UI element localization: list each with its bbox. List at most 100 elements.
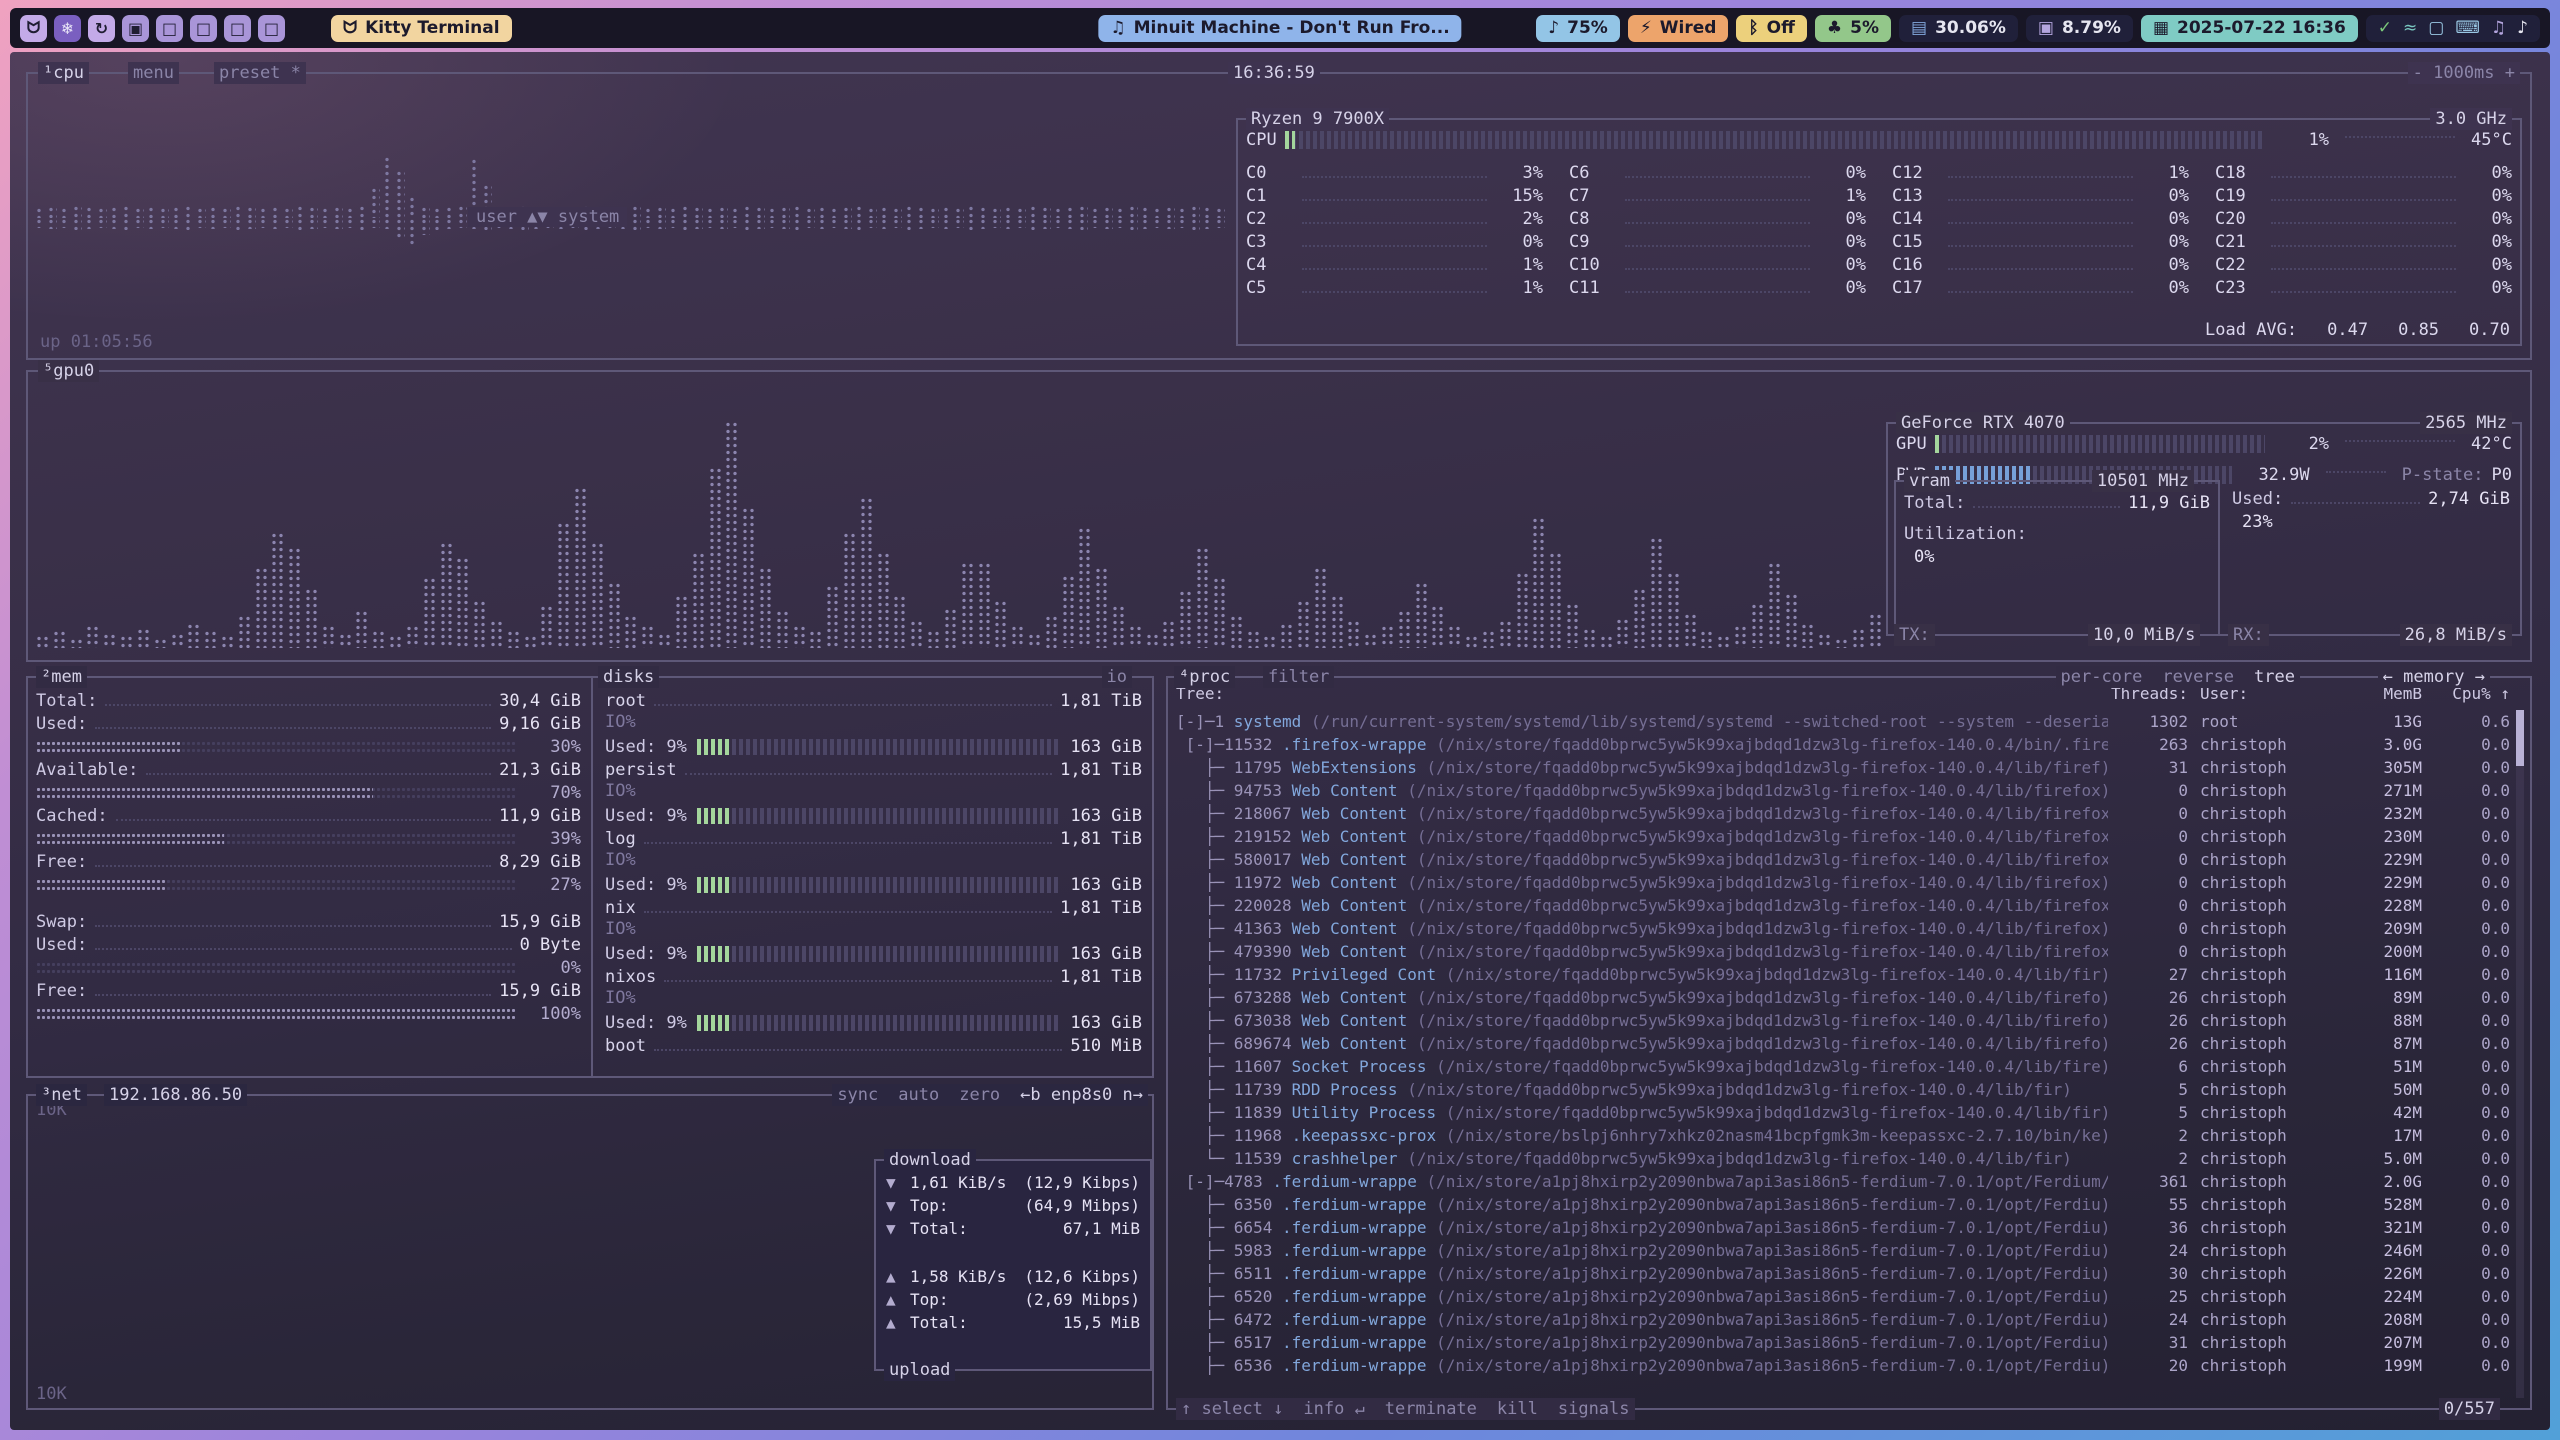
process-row[interactable]: [-]─1 systemd (/run/current-system/syste… [1176, 710, 2510, 733]
process-row[interactable]: ├─ 11607 Socket Process (/nix/store/fqad… [1176, 1055, 2510, 1078]
process-row[interactable]: [-]─11532 .firefox-wrappe (/nix/store/fq… [1176, 733, 2510, 756]
net-toggle-auto[interactable]: auto [898, 1084, 939, 1106]
graph-column [682, 218, 690, 230]
process-command: (/nix/store/fqadd0bprwc5yw5k99xajbdqd1dz… [1407, 919, 2108, 938]
media-icon[interactable]: ♫ [2491, 18, 2506, 38]
process-threads: 5 [2108, 1078, 2188, 1101]
proc-panel: ⁴proc filter per-corereversetree ← memor… [1166, 676, 2532, 1410]
network-module[interactable]: ⚡Wired [1628, 15, 1729, 42]
terminate-control[interactable]: terminate [1385, 1398, 1477, 1420]
cat-launcher-button[interactable]: ᗢ [20, 15, 47, 42]
music-player-module[interactable]: ♫ Minuit Machine - Don't Run Fro... [1098, 15, 1461, 42]
process-row[interactable]: ├─ 673288 Web Content (/nix/store/fqadd0… [1176, 986, 2510, 1009]
process-row[interactable]: ├─ 218067 Web Content (/nix/store/fqadd0… [1176, 802, 2510, 825]
process-command: (/nix/store/fqadd0bprwc5yw5k99xajbdqd1dz… [1417, 850, 2108, 869]
date-module[interactable]: ▦2025-07-22 16:36 [2141, 15, 2358, 42]
disk-module[interactable]: ▣8.79% [2026, 15, 2133, 42]
disk-list: root1,81 TiBIO%Used: 9%163 GiBpersist1,8… [605, 688, 1142, 1056]
proc-option-tree[interactable]: tree [2254, 666, 2295, 688]
kill-control[interactable]: kill [1497, 1398, 1538, 1420]
process-cpu: 0.0 [2422, 1055, 2510, 1078]
process-cpu: 0.0 [2422, 894, 2510, 917]
process-row[interactable]: ├─ 220028 Web Content (/nix/store/fqadd0… [1176, 894, 2510, 917]
core-percent: 0% [2141, 278, 2189, 298]
ws4-launcher-button[interactable]: □ [224, 15, 251, 42]
ws1-launcher-button[interactable]: ▣ [122, 15, 149, 42]
proc-option-reverse[interactable]: reverse [2162, 666, 2234, 688]
process-row[interactable]: [-]─4783 .ferdium-wrappe (/nix/store/a1p… [1176, 1170, 2510, 1193]
wave-icon[interactable]: ≈ [2403, 18, 2417, 38]
gpu-tx-label: TX: [1894, 624, 1935, 646]
net-interface-selector[interactable]: ←b enp8s0 n→ [1020, 1084, 1143, 1106]
process-row[interactable]: ├─ 5983 .ferdium-wrappe (/nix/store/a1pj… [1176, 1239, 2510, 1262]
proc-scrollbar[interactable] [2516, 710, 2524, 1398]
ws5-launcher-button[interactable]: □ [258, 15, 285, 42]
net-toggle-sync[interactable]: sync [837, 1084, 878, 1106]
keyboard-icon[interactable]: ⌨ [2455, 18, 2480, 38]
graph-column [1717, 635, 1730, 648]
process-row[interactable]: ├─ 580017 Web Content (/nix/store/fqadd0… [1176, 848, 2510, 871]
process-row[interactable]: └─ 11539 crashhelper (/nix/store/fqadd0b… [1176, 1147, 2510, 1170]
process-row[interactable]: ├─ 6511 .ferdium-wrappe (/nix/store/a1pj… [1176, 1262, 2510, 1285]
proc-filter-button[interactable]: filter [1263, 666, 1334, 688]
process-pid: ├─ 5983 [1176, 1241, 1282, 1260]
core-name: C4 [1246, 255, 1294, 275]
process-row[interactable]: ├─ 11732 Privileged Cont (/nix/store/fqa… [1176, 963, 2510, 986]
download-stat-value: (64,9 Mibps) [1024, 1196, 1140, 1215]
process-row[interactable]: ├─ 11968 .keepassxc-prox (/nix/store/bsl… [1176, 1124, 2510, 1147]
graph-column [1247, 630, 1260, 648]
process-row[interactable]: ├─ 6350 .ferdium-wrappe (/nix/store/a1pj… [1176, 1193, 2510, 1216]
process-row[interactable]: ├─ 41363 Web Content (/nix/store/fqadd0b… [1176, 917, 2510, 940]
eco-module[interactable]: ♣5% [1815, 15, 1891, 42]
process-user: christoph [2188, 848, 2318, 871]
process-row[interactable]: ├─ 6654 .ferdium-wrappe (/nix/store/a1pj… [1176, 1216, 2510, 1239]
memory-module[interactable]: ▤30.06% [1899, 15, 2018, 42]
disks-io-toggle[interactable]: io [1102, 666, 1132, 688]
process-row[interactable]: ├─ 11839 Utility Process (/nix/store/fqa… [1176, 1101, 2510, 1124]
nix-launcher-button[interactable]: ❄ [54, 15, 81, 42]
menu-button[interactable]: menu [128, 62, 179, 84]
display-icon[interactable]: ▢ [2428, 18, 2444, 38]
update-interval-control[interactable]: - 1000ms + [2408, 62, 2520, 84]
bell-icon[interactable]: ♪ [2517, 18, 2528, 38]
info-control[interactable]: info ↵ [1303, 1398, 1364, 1420]
proc-sort-selector[interactable]: ← memory → [2378, 666, 2490, 688]
process-row[interactable]: ├─ 219152 Web Content (/nix/store/fqadd0… [1176, 825, 2510, 848]
graph-column [955, 218, 963, 228]
graph-column [473, 600, 486, 648]
preset-button[interactable]: preset * [214, 62, 306, 84]
process-row[interactable]: ├─ 94753 Web Content (/nix/store/fqadd0b… [1176, 779, 2510, 802]
proc-option-per-core[interactable]: per-core [2061, 666, 2143, 688]
process-row[interactable]: ├─ 479390 Web Content (/nix/store/fqadd0… [1176, 940, 2510, 963]
volume-module[interactable]: ♪75% [1536, 15, 1620, 42]
process-row[interactable]: ├─ 11739 RDD Process (/nix/store/fqadd0b… [1176, 1078, 2510, 1101]
graph-column [120, 635, 133, 648]
bluetooth-module[interactable]: ᛒOff [1736, 15, 1806, 42]
net-toggle-zero[interactable]: zero [959, 1084, 1000, 1106]
reload-launcher-button[interactable]: ↻ [88, 15, 115, 42]
process-row[interactable]: ├─ 6472 .ferdium-wrappe (/nix/store/a1pj… [1176, 1308, 2510, 1331]
graph-column [235, 205, 243, 218]
process-row[interactable]: ├─ 11795 WebExtensions (/nix/store/fqadd… [1176, 756, 2510, 779]
ws3-launcher-button[interactable]: □ [190, 15, 217, 42]
process-row[interactable]: ├─ 689674 Web Content (/nix/store/fqadd0… [1176, 1032, 2510, 1055]
signals-control[interactable]: signals [1558, 1398, 1630, 1420]
graph-column [1078, 527, 1091, 648]
process-row[interactable]: ├─ 6536 .ferdium-wrappe (/nix/store/a1pj… [1176, 1354, 2510, 1377]
process-row[interactable]: ├─ 6520 .ferdium-wrappe (/nix/store/a1pj… [1176, 1285, 2510, 1308]
select-control[interactable]: ↑ select ↓ [1181, 1398, 1283, 1420]
leader [105, 704, 491, 706]
graph-column [1117, 218, 1125, 228]
process-row[interactable]: ├─ 6517 .ferdium-wrappe (/nix/store/a1pj… [1176, 1331, 2510, 1354]
proc-scrollbar-thumb[interactable] [2516, 710, 2524, 766]
graph-column [819, 206, 827, 218]
window-title-button[interactable]: ᗢ Kitty Terminal [331, 15, 512, 42]
process-user: christoph [2188, 894, 2318, 917]
process-row[interactable]: ├─ 673038 Web Content (/nix/store/fqadd0… [1176, 1009, 2510, 1032]
ws2-launcher-button[interactable]: □ [156, 15, 183, 42]
graph-column [1499, 620, 1512, 648]
check-icon[interactable]: ✓ [2378, 18, 2392, 38]
process-tree-cell: ├─ 6520 .ferdium-wrappe (/nix/store/a1pj… [1176, 1285, 2108, 1308]
process-row[interactable]: ├─ 11972 Web Content (/nix/store/fqadd0b… [1176, 871, 2510, 894]
process-pid: ├─ 689674 [1176, 1034, 1301, 1053]
